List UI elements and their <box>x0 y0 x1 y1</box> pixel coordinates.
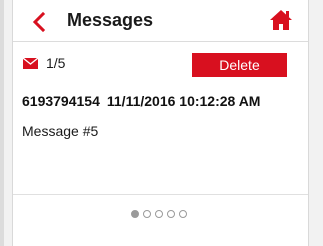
page-dot-5[interactable] <box>179 210 187 218</box>
message-timestamp: 11/11/2016 10:12:28 AM <box>106 93 261 109</box>
messages-panel: Messages 1/5 Delete 6193794154 11/11/2016… <box>12 0 309 246</box>
page-title: Messages <box>67 10 154 30</box>
message-counter-row: 1/5 Delete <box>13 53 308 79</box>
page-dot-3[interactable] <box>155 210 163 218</box>
message-meta: 6193794154 11/11/2016 10:12:28 AM <box>22 93 260 109</box>
message-sender: 6193794154 <box>22 93 100 109</box>
pagination-dots <box>131 210 187 220</box>
message-body: Message #5 <box>22 123 99 139</box>
page-dot-1[interactable] <box>131 210 139 218</box>
header-bar: Messages <box>13 0 308 42</box>
divider <box>13 194 308 195</box>
envelope-icon <box>23 58 38 69</box>
home-icon[interactable] <box>269 9 293 31</box>
message-counter: 1/5 <box>46 55 66 71</box>
chevron-left-icon[interactable] <box>32 12 46 32</box>
left-edge-strip <box>0 0 4 246</box>
delete-button[interactable]: Delete <box>192 53 287 77</box>
page-dot-4[interactable] <box>167 210 175 218</box>
page-dot-2[interactable] <box>143 210 151 218</box>
